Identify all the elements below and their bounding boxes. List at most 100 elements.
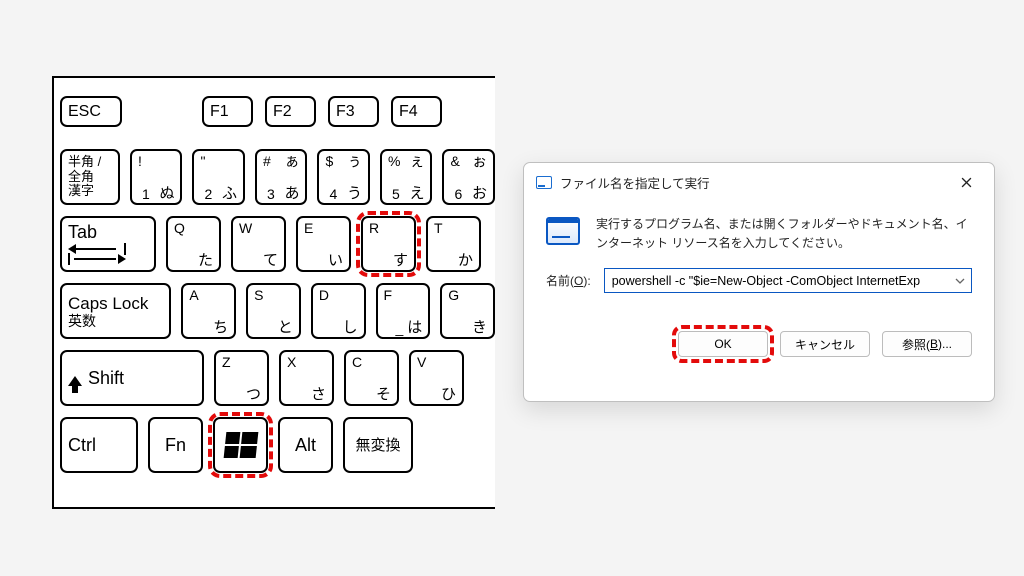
label: は — [407, 320, 422, 335]
label: 3 — [267, 187, 275, 201]
label: # — [263, 154, 271, 168]
key-v[interactable]: V ひ — [409, 350, 464, 406]
key-windows[interactable] — [213, 417, 268, 473]
key-ctrl[interactable]: Ctrl — [60, 417, 138, 473]
label: う — [347, 186, 362, 201]
close-icon — [961, 177, 972, 188]
key-5[interactable]: % ぇ 5 え — [380, 149, 433, 205]
chevron-down-icon[interactable] — [953, 274, 967, 288]
label: か — [458, 253, 473, 268]
label: F — [384, 288, 393, 302]
label: す — [393, 253, 408, 268]
label: ぉ — [472, 154, 487, 169]
label: あ — [284, 186, 299, 201]
label: Caps Lock — [68, 295, 163, 312]
name-label: 名前(O): — [546, 272, 591, 289]
label: ぇ — [409, 154, 424, 169]
label: F1 — [210, 104, 245, 120]
label: 漢字 — [68, 184, 112, 199]
key-f3[interactable]: F3 — [328, 96, 379, 127]
label: 5 — [392, 187, 400, 201]
cancel-button[interactable]: キャンセル — [780, 331, 870, 357]
label: 4 — [329, 187, 337, 201]
dialog-title: ファイル名を指定して実行 — [560, 173, 710, 192]
key-1[interactable]: ! 1 ぬ — [130, 149, 183, 205]
key-f1[interactable]: F1 — [202, 96, 253, 127]
label: " — [200, 154, 205, 168]
label: と — [278, 320, 293, 335]
label: C — [352, 355, 362, 369]
label: た — [198, 253, 213, 268]
shift-arrow-icon — [68, 376, 82, 386]
label: )... — [938, 337, 952, 351]
label: 参照( — [902, 336, 930, 353]
key-esc[interactable]: ESC — [60, 96, 122, 127]
key-t[interactable]: T か — [426, 216, 481, 272]
label: S — [254, 288, 263, 302]
key-f2[interactable]: F2 — [265, 96, 316, 127]
key-shift[interactable]: Shift — [60, 350, 204, 406]
windows-logo-icon — [223, 432, 258, 458]
key-s[interactable]: S と — [246, 283, 301, 339]
key-2[interactable]: " 2 ふ — [192, 149, 245, 205]
label: O — [574, 274, 583, 288]
key-a[interactable]: A ち — [181, 283, 236, 339]
key-q[interactable]: Q た — [166, 216, 221, 272]
command-value: powershell -c "$ie=New-Object -ComObject… — [612, 274, 953, 288]
key-capslock[interactable]: Caps Lock 英数 — [60, 283, 171, 339]
label: て — [263, 253, 278, 268]
key-alt[interactable]: Alt — [278, 417, 333, 473]
label: 名前( — [546, 274, 574, 288]
key-hankaku[interactable]: 半角 / 全角 漢字 — [60, 149, 120, 205]
key-w[interactable]: W て — [231, 216, 286, 272]
close-button[interactable] — [948, 168, 984, 196]
key-f4[interactable]: F4 — [391, 96, 442, 127]
browse-button[interactable]: 参照(B)... — [882, 331, 972, 357]
keyboard-panel: ESC F1 F2 F3 F4 半角 / 全角 漢字 ! 1 ぬ " 2 ふ #… — [52, 76, 495, 509]
label: つ — [246, 387, 261, 402]
label: 6 — [454, 187, 462, 201]
key-6[interactable]: & ぉ 6 お — [442, 149, 495, 205]
label: き — [472, 320, 487, 335]
label: え — [409, 186, 424, 201]
label: X — [287, 355, 296, 369]
key-f[interactable]: F _ は — [376, 283, 431, 339]
label: G — [448, 288, 459, 302]
label: ぅ — [347, 154, 362, 169]
label: T — [434, 221, 443, 235]
label: し — [343, 320, 358, 335]
ok-button[interactable]: OK — [678, 331, 768, 357]
dialog-titlebar: ファイル名を指定して実行 — [524, 163, 994, 201]
label: Shift — [88, 368, 124, 388]
label: V — [417, 355, 426, 369]
label: & — [450, 154, 459, 168]
label: ! — [138, 154, 142, 168]
label: 2 — [204, 187, 212, 201]
command-combobox[interactable]: powershell -c "$ie=New-Object -ComObject… — [604, 268, 972, 293]
label: B — [930, 337, 938, 351]
key-tab[interactable]: Tab — [60, 216, 156, 272]
key-g[interactable]: G き — [440, 283, 495, 339]
key-r[interactable]: R す — [361, 216, 416, 272]
label: F3 — [336, 104, 371, 120]
label: F2 — [273, 104, 308, 120]
label: Z — [222, 355, 231, 369]
key-d[interactable]: D し — [311, 283, 366, 339]
key-c[interactable]: C そ — [344, 350, 399, 406]
key-3[interactable]: # ぁ 3 あ — [255, 149, 308, 205]
label: お — [472, 186, 487, 201]
label: A — [189, 288, 198, 302]
key-4[interactable]: $ ぅ 4 う — [317, 149, 370, 205]
key-fn[interactable]: Fn — [148, 417, 203, 473]
tab-arrows-icon — [68, 243, 126, 265]
label: 1 — [142, 187, 150, 201]
key-muhenkan[interactable]: 無変換 — [343, 417, 413, 473]
label: D — [319, 288, 329, 302]
key-x[interactable]: X さ — [279, 350, 334, 406]
label: 無変換 — [355, 438, 400, 453]
run-titlebar-icon — [536, 176, 552, 189]
label: E — [304, 221, 313, 235]
label: F4 — [399, 104, 434, 120]
key-e[interactable]: E い — [296, 216, 351, 272]
key-z[interactable]: Z つ — [214, 350, 269, 406]
